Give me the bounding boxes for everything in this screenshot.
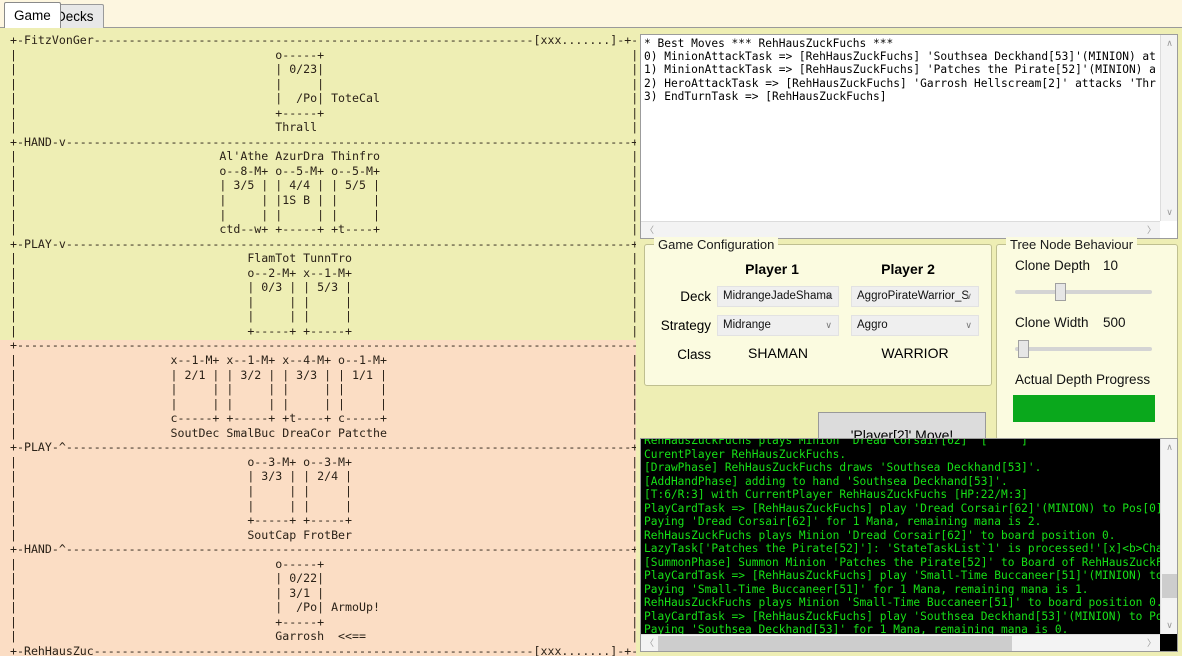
scroll-down-icon[interactable]: ∨ [1161, 617, 1177, 634]
console-log-text: RehHausZuckFuchs plays Minion 'Dread Cor… [644, 438, 1177, 651]
player2-header: Player 2 [881, 261, 935, 277]
console-log-panel[interactable]: RehHausZuckFuchs plays Minion 'Dread Cor… [640, 438, 1178, 652]
strategy-label: Strategy [660, 318, 711, 333]
best-moves-panel[interactable]: * Best Moves *** RehHausZuckFuchs *** 0)… [640, 34, 1178, 239]
console-vertical-scroll-thumb[interactable] [1162, 574, 1177, 598]
player1-strategy-value: Midrange [723, 319, 771, 331]
clone-depth-label: Clone Depth [1015, 258, 1091, 273]
scroll-right-icon[interactable]: 〉 [1143, 222, 1160, 239]
scroll-right-icon[interactable]: 〉 [1143, 635, 1160, 651]
chevron-down-icon: ∨ [825, 320, 832, 330]
clone-depth-slider-handle[interactable] [1055, 283, 1067, 301]
player2-deck-select[interactable]: AggroPirateWarrior_S ∨ [851, 286, 979, 307]
clone-width-label: Clone Width [1015, 315, 1089, 330]
clone-width-value: 500 [1103, 315, 1126, 330]
player2-deck-value: AggroPirateWarrior_S [857, 290, 970, 302]
clone-depth-value: 10 [1103, 258, 1119, 273]
tab-game-label: Game [14, 8, 51, 23]
actual-depth-progress-label: Actual Depth Progress [1015, 372, 1151, 387]
clone-depth-slider[interactable] [1015, 283, 1152, 301]
best-moves-horizontal-scrollbar[interactable]: 〈 〉 [641, 221, 1160, 238]
console-horizontal-scroll-thumb[interactable] [658, 636, 1012, 651]
scroll-up-icon[interactable]: ∧ [1161, 35, 1178, 52]
game-configuration-title: Game Configuration [654, 237, 779, 252]
scroll-down-icon[interactable]: ∨ [1161, 204, 1178, 221]
player2-strategy-value: Aggro [857, 319, 888, 331]
player1-class-value: SHAMAN [748, 345, 808, 361]
player1-deck-select[interactable]: MidrangeJadeShama ∨ [717, 286, 839, 307]
deck-label: Deck [680, 289, 711, 304]
chevron-down-icon: ∨ [965, 291, 972, 301]
game-board-panel: +-FitzVonGer----------------------------… [0, 28, 636, 656]
player1-strategy-select[interactable]: Midrange ∨ [717, 315, 839, 336]
application-window: Game Decks +-FitzVonGer-----------------… [0, 0, 1182, 656]
player1-deck-value: MidrangeJadeShama [723, 290, 833, 302]
scroll-up-icon[interactable]: ∧ [1161, 439, 1177, 456]
chevron-down-icon: ∨ [965, 320, 972, 330]
right-column: * Best Moves *** RehHausZuckFuchs *** 0)… [636, 28, 1182, 656]
actual-depth-progress-bar [1013, 395, 1155, 422]
tab-decks-label: Decks [56, 9, 94, 24]
tree-node-behaviour-title: Tree Node Behaviour [1006, 237, 1138, 252]
player2-class-value: WARRIOR [881, 345, 949, 361]
tab-game[interactable]: Game [4, 2, 61, 28]
clone-width-slider-handle[interactable] [1017, 340, 1029, 358]
best-moves-text: * Best Moves *** RehHausZuckFuchs *** 0)… [644, 37, 1156, 103]
ascii-board: +-FitzVonGer----------------------------… [10, 33, 636, 656]
console-vertical-scrollbar[interactable]: ∧ ∨ [1160, 439, 1177, 634]
chevron-down-icon: ∨ [825, 291, 832, 301]
tree-node-behaviour-group: Tree Node Behaviour Clone Depth 10 Clone… [996, 237, 1178, 440]
player2-strategy-select[interactable]: Aggro ∨ [851, 315, 979, 336]
player1-header: Player 1 [745, 261, 799, 277]
scroll-left-icon[interactable]: 〈 [641, 635, 658, 651]
tab-bar: Game Decks [0, 0, 1182, 28]
actual-depth-progress-fill [1013, 395, 1155, 422]
clone-width-slider-track [1015, 347, 1152, 351]
best-moves-vertical-scrollbar[interactable]: ∧ ∨ [1160, 35, 1177, 221]
clone-depth-slider-track [1015, 290, 1152, 294]
game-configuration-group: Game Configuration Player 1 Player 2 Dec… [644, 237, 992, 386]
class-label: Class [677, 347, 711, 362]
console-horizontal-scrollbar[interactable]: 〈 〉 [641, 634, 1160, 651]
clone-width-slider[interactable] [1015, 340, 1152, 358]
